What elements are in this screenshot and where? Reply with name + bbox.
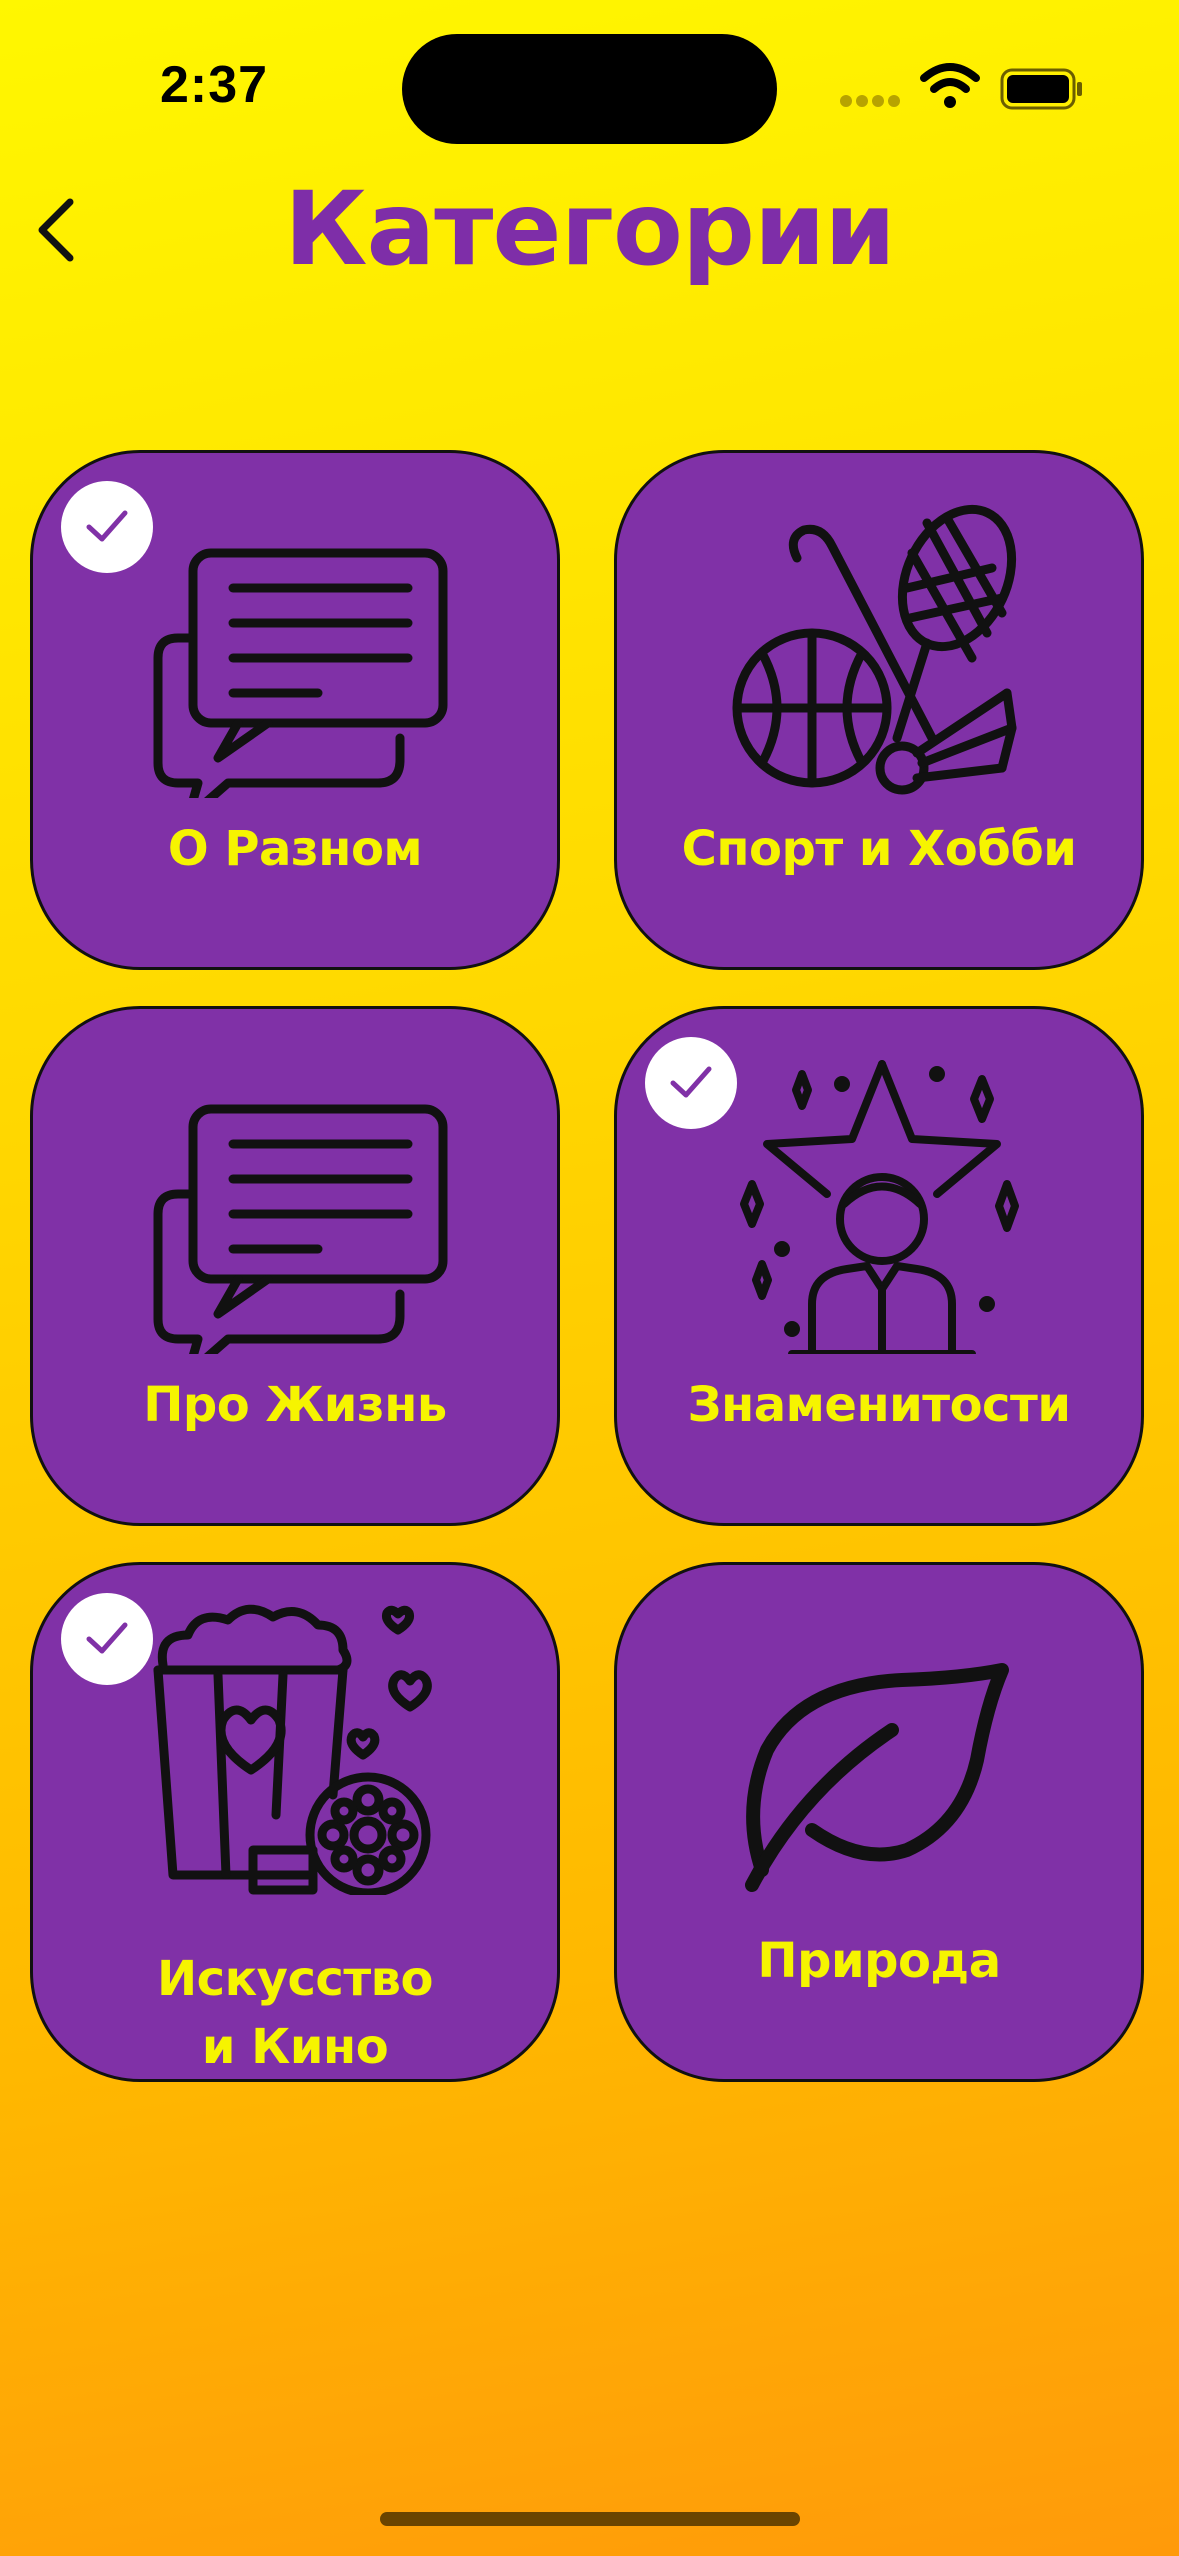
category-label-line2: и Кино: [201, 2019, 389, 2075]
category-label: Спорт и Хобби: [681, 821, 1077, 877]
category-card-sport[interactable]: Спорт и Хобби: [614, 450, 1144, 970]
category-label: Про Жизнь: [143, 1377, 447, 1433]
selected-check-badge: [645, 1037, 737, 1129]
category-card-art-cinema[interactable]: Искусство и Кино: [30, 1562, 560, 2082]
wifi-icon: [920, 63, 980, 108]
category-card-nature[interactable]: Природа: [614, 1562, 1144, 2082]
chat-bubbles-icon: [153, 548, 448, 798]
status-time: 2:37: [160, 56, 269, 114]
chat-bubbles-icon: [153, 1104, 448, 1354]
dynamic-island: [402, 34, 777, 144]
checkmark-icon: [86, 510, 128, 542]
battery-icon: [1000, 68, 1082, 110]
celebrity-star-icon: [740, 1060, 1019, 1354]
category-label: Искусство и Кино: [33, 1945, 557, 2081]
page-title: Категории: [284, 170, 896, 289]
leaf-icon: [745, 1663, 1009, 1892]
category-label: О Разном: [167, 821, 423, 877]
status-icons: [840, 62, 1090, 114]
category-label-line1: Искусство: [156, 1951, 434, 2007]
cellular-signal-icon: [840, 92, 904, 111]
sports-equipment-icon: [732, 504, 1017, 795]
checkmark-icon: [86, 1622, 128, 1654]
category-card-celebrities[interactable]: Знаменитости: [614, 1006, 1144, 1526]
selected-check-badge: [61, 481, 153, 573]
category-label: Знаменитости: [687, 1377, 1071, 1433]
selected-check-badge: [61, 1593, 153, 1685]
status-bar: 2:37: [0, 0, 1179, 150]
category-card-misc[interactable]: О Разном: [30, 450, 560, 970]
popcorn-film-icon: [153, 1604, 432, 1895]
category-card-life[interactable]: Про Жизнь: [30, 1006, 560, 1526]
checkmark-icon: [670, 1066, 712, 1098]
home-indicator[interactable]: [380, 2512, 800, 2526]
category-label: Природа: [757, 1933, 1001, 1989]
